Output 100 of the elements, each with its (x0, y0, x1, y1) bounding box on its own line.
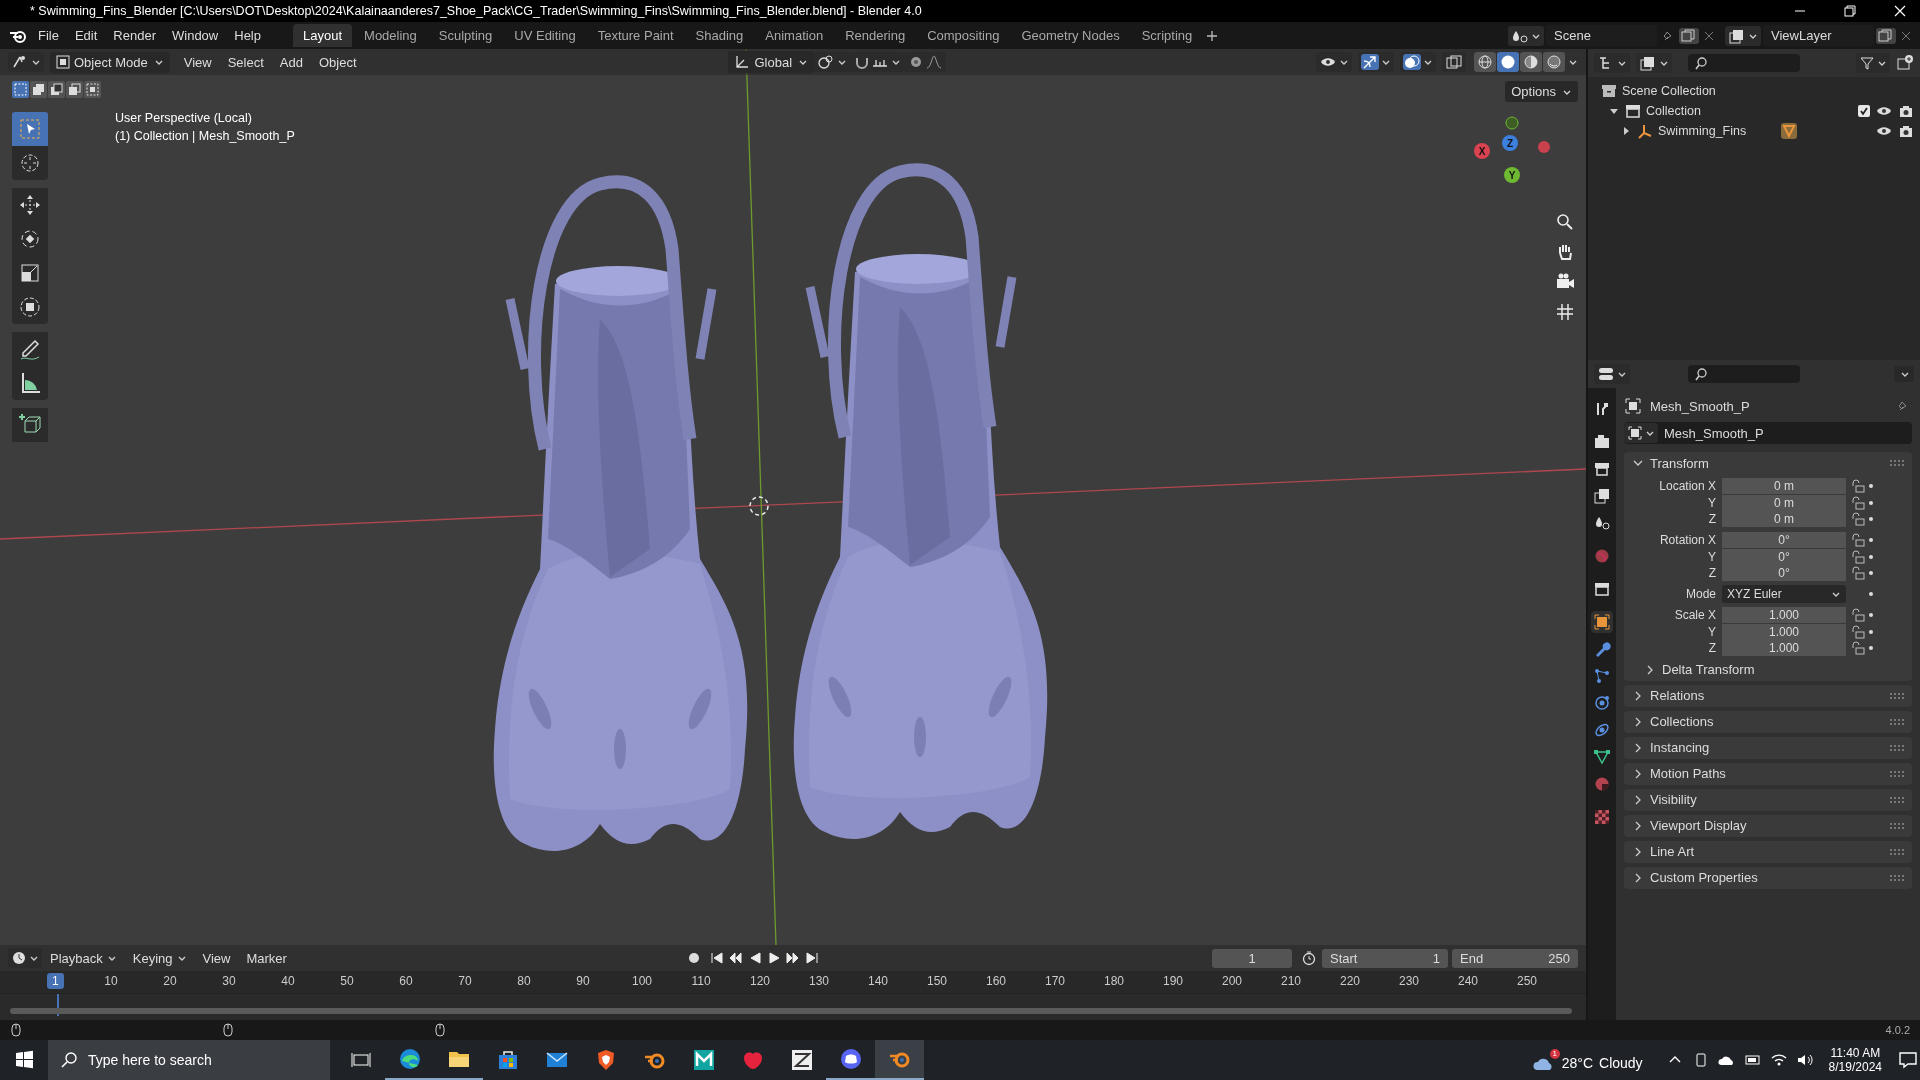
frame-number: 60 (399, 974, 413, 988)
panel-title[interactable]: Relations (1650, 688, 1705, 703)
workspace-tab[interactable]: Shading (685, 24, 754, 47)
frame-number: 200 (1222, 974, 1242, 988)
menu-item[interactable]: File (30, 28, 67, 43)
outliner-item[interactable]: Swimming_Fins (1658, 124, 1747, 138)
number-field[interactable]: 1.000 (1722, 640, 1846, 656)
property-label: Z (1707, 641, 1717, 655)
frame-number: 90 (576, 974, 590, 988)
mode-dropdown[interactable]: XYZ Euler (1722, 585, 1846, 603)
workspace-tab[interactable]: Layout (293, 24, 353, 47)
end-frame-field[interactable]: End 250 (1452, 948, 1578, 968)
property-label: Z (1707, 566, 1717, 580)
frame-number: 170 (1045, 974, 1065, 988)
workspace-tab[interactable]: Texture Paint (587, 24, 684, 47)
panel-title[interactable]: Delta Transform (1662, 662, 1755, 677)
workspace-tab[interactable]: Modeling (354, 24, 427, 47)
frame-number: 40 (281, 974, 295, 988)
clock[interactable]: 11:40 AM 8/19/2024 (1828, 1046, 1882, 1074)
start-frame-field[interactable]: Start 1 (1322, 948, 1448, 968)
outliner-item[interactable]: Scene Collection (1622, 84, 1716, 98)
property-label: Scale X (1673, 608, 1717, 622)
number-field[interactable]: 0° (1722, 532, 1846, 548)
menu-item[interactable]: Select (219, 54, 272, 70)
frame-number: 20 (163, 974, 177, 988)
options-dropdown[interactable]: Options (1505, 81, 1578, 102)
panel-title[interactable]: Custom Properties (1650, 870, 1758, 885)
panel-title[interactable]: Motion Paths (1650, 766, 1726, 781)
frame-number: 10 (104, 974, 118, 988)
number-field[interactable]: 0° (1722, 548, 1846, 565)
panel-title[interactable]: Transform (1650, 455, 1709, 471)
menu-dropdown[interactable]: Keying (124, 950, 195, 966)
frame-number: 230 (1399, 974, 1419, 988)
number-field[interactable]: 0 m (1722, 478, 1846, 494)
selector-field[interactable]: ViewLayer (1763, 25, 1874, 46)
frame-number: 70 (458, 974, 472, 988)
frame-number: 50 (340, 974, 354, 988)
frame-number: 190 (1163, 974, 1183, 988)
panel-title[interactable]: Instancing (1650, 740, 1710, 755)
frame-number: 30 (222, 974, 236, 988)
menu-item[interactable]: View (175, 54, 220, 70)
frame-number: 110 (691, 974, 711, 988)
viewport-info: (1) Collection | Mesh_Smooth_P (115, 128, 295, 145)
weather-widget[interactable]: 1 28°C Cloudy (1529, 1046, 1645, 1074)
number-field[interactable]: 0° (1722, 565, 1846, 581)
property-label: Mode (1684, 587, 1717, 601)
frame-number: 80 (517, 974, 531, 988)
search-field[interactable]: Type here to search (48, 1040, 330, 1080)
panel-title[interactable]: Collections (1650, 714, 1714, 729)
number-field[interactable]: 0 m (1722, 511, 1846, 527)
frame-number: 210 (1281, 974, 1301, 988)
property-label: Y (1707, 495, 1717, 510)
datablock-field[interactable]: Mesh_Smooth_P (1624, 422, 1912, 444)
workspace-tab[interactable]: Geometry Nodes (1011, 24, 1130, 47)
panel-title[interactable]: Line Art (1650, 844, 1695, 859)
workspace-tab[interactable]: UV Editing (504, 24, 586, 47)
selector-field[interactable]: Scene (1546, 25, 1657, 46)
property-label: Rotation X (1658, 533, 1717, 547)
number-field[interactable]: 1.000 (1722, 623, 1846, 640)
workspace-tab[interactable]: Rendering (835, 24, 916, 47)
menu-item[interactable]: Object (310, 54, 365, 70)
frame-number: 120 (750, 974, 770, 988)
panel-title[interactable]: Viewport Display (1650, 818, 1747, 833)
mode-dropdown[interactable]: Object Mode (50, 51, 170, 73)
menu-item[interactable]: Window (164, 28, 227, 43)
menu-item[interactable]: Help (226, 28, 269, 43)
number-field[interactable]: 0 m (1722, 494, 1846, 511)
frame-number: 240 (1458, 974, 1478, 988)
version-label: 4.0.2 (1885, 1024, 1910, 1036)
workspace-tab[interactable]: Compositing (917, 24, 1010, 47)
axis-label[interactable]: X (1474, 143, 1490, 159)
menu-item[interactable]: Marker (238, 950, 295, 966)
frame-number: 180 (1104, 974, 1124, 988)
workspace-tab[interactable]: Animation (755, 24, 834, 47)
notification-badge: 1 (1549, 1048, 1560, 1059)
menu-dropdown[interactable]: Playback (42, 950, 125, 966)
frame-number: 130 (809, 974, 829, 988)
current-frame-field[interactable]: 1 (1212, 948, 1292, 968)
menu-item[interactable]: Edit (66, 28, 106, 43)
frame-number: 150 (927, 974, 947, 988)
property-label: Z (1707, 512, 1717, 526)
number-field[interactable]: 1.000 (1722, 607, 1846, 623)
object-name: Mesh_Smooth_P (1650, 398, 1750, 414)
menu-item[interactable]: Add (271, 54, 311, 70)
axis-label[interactable]: Z (1502, 135, 1518, 151)
orientation-dropdown[interactable]: Global (728, 51, 815, 73)
frame-number: 100 (632, 974, 652, 988)
frame-number: 160 (986, 974, 1006, 988)
frame-number: 140 (868, 974, 888, 988)
workspace-tab[interactable]: Sculpting (428, 24, 503, 47)
frame-number: 250 (1517, 974, 1537, 988)
axis-label[interactable]: Y (1504, 167, 1520, 183)
menu-item[interactable]: Render (105, 28, 164, 43)
property-label: Location X (1658, 479, 1717, 493)
playhead[interactable]: 1 (47, 973, 64, 989)
menu-item[interactable]: View (194, 950, 239, 966)
outliner-item[interactable]: Collection (1646, 104, 1701, 118)
workspace-tab[interactable]: Scripting (1131, 24, 1203, 47)
panel-title[interactable]: Visibility (1650, 792, 1697, 807)
window-title: * Swimming_Fins_Blender [C:\Users\DOT\Desktop\2024\Kalainaanderes7_Shoe_Pack\CG_Trader\Swimming_Fins\Swimming_Fins_Blender.blend] - Blender 4.0 (30, 4, 922, 18)
